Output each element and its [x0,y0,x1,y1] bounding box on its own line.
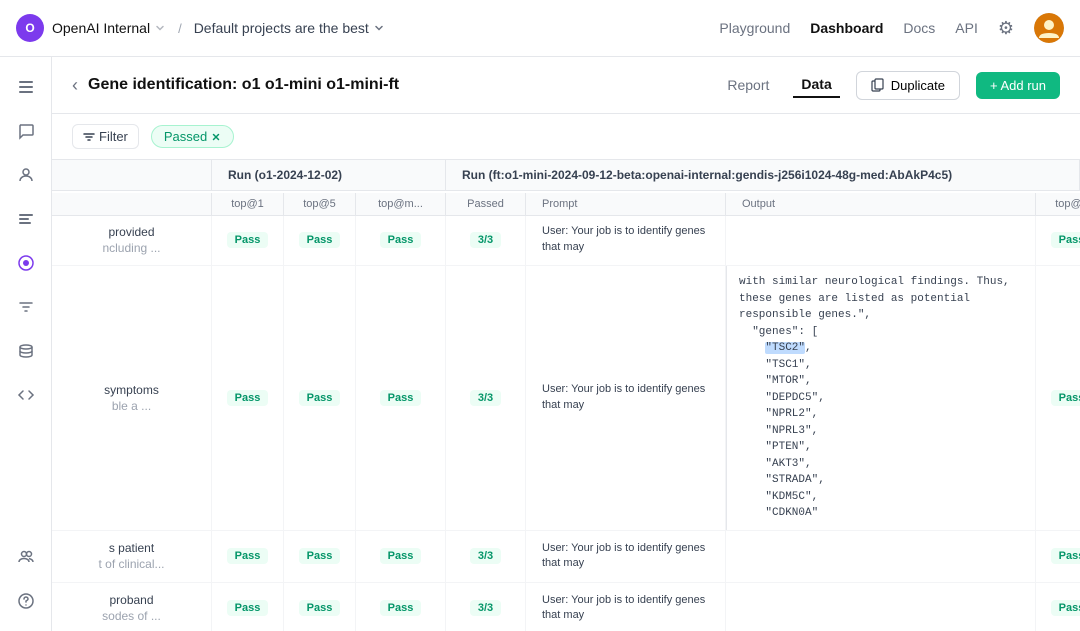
row-topm: Pass [356,214,446,265]
col-topm-header: top@m... [356,193,446,215]
nav-right: Playground Dashboard Docs API ⚙ [719,13,1064,43]
close-icon[interactable] [211,132,221,142]
col-top5-header: top@5 [284,193,356,215]
row-passed: 3/3 [446,583,526,631]
nav-api[interactable]: API [955,20,978,36]
chevron-down-icon-2 [373,22,385,34]
table-row[interactable]: symptoms ble a ... Pass Pass Pass 3/3 Us… [52,266,1080,531]
row-top1: Pass [212,214,284,265]
row-prompt: User: Your job is to identify genes that… [526,583,726,631]
top-nav: O OpenAI Internal / Default projects are… [0,0,1080,57]
row-topm: Pass [356,266,446,530]
row-top5: Pass [284,531,356,582]
sidebar-db-icon[interactable] [8,333,44,369]
row-output [726,214,1036,265]
nav-left: O OpenAI Internal / Default projects are… [16,14,719,42]
table-body: provided ncluding ... Pass Pass Pass 3/3… [52,214,1080,631]
header-right: Report Data Duplicate + Add run [719,71,1060,100]
col-passed-header: Passed [446,193,526,215]
row-label: proband sodes of ... [52,583,212,631]
sidebar-eval-icon[interactable] [8,245,44,281]
filter-bar: Filter Passed [52,114,1080,160]
sidebar-icons [0,57,52,631]
passed-filter-badge[interactable]: Passed [151,125,234,148]
row-output [726,531,1036,582]
nav-dashboard[interactable]: Dashboard [810,20,883,36]
row-prompt: User: Your job is to identify genes that… [526,214,726,265]
runs-header: Run (o1-2024-12-02) Run (ft:o1-mini-2024… [52,160,1080,191]
filter-button[interactable]: Filter [72,124,139,149]
tab-data[interactable]: Data [793,72,839,98]
sidebar-team-icon[interactable] [8,539,44,575]
col-prompt-header: Prompt [526,193,726,215]
chevron-down-icon [154,22,166,34]
sidebar-chat-icon[interactable] [8,113,44,149]
run-col-empty [52,160,212,190]
back-button[interactable]: ‹ [72,75,78,96]
table-row[interactable]: provided ncluding ... Pass Pass Pass 3/3… [52,214,1080,266]
row-r2top1: Pass [1036,266,1080,530]
header-left: ‹ Gene identification: o1 o1-mini o1-min… [72,75,399,96]
filter-icon [83,131,95,143]
row-output [726,583,1036,631]
nav-playground[interactable]: Playground [719,20,790,36]
duplicate-icon [871,78,885,92]
row-passed: 3/3 [446,214,526,265]
row-label: symptoms ble a ... [52,266,212,530]
row-r2top1: Pass [1036,531,1080,582]
user-avatar[interactable] [1034,13,1064,43]
duplicate-button[interactable]: Duplicate [856,71,960,100]
table-area: Run (o1-2024-12-02) Run (ft:o1-mini-2024… [52,160,1080,631]
org-badge: O [16,14,44,42]
org-name[interactable]: OpenAI Internal [52,20,166,36]
row-label: s patient t of clinical... [52,531,212,582]
sidebar-toggle-icon[interactable] [8,69,44,105]
page-title: Gene identification: o1 o1-mini o1-mini-… [88,76,399,94]
add-run-button[interactable]: + Add run [976,72,1060,99]
row-top5: Pass [284,266,356,530]
row-topm: Pass [356,531,446,582]
project-name[interactable]: Default projects are the best [194,20,385,36]
row-top1: Pass [212,531,284,582]
content-header: ‹ Gene identification: o1 o1-mini o1-min… [52,57,1080,114]
row-top1: Pass [212,583,284,631]
row-passed: 3/3 [446,531,526,582]
col-top1-header: top@1 [212,193,284,215]
row-r2top1: Pass [1036,214,1080,265]
row-prompt: User: Your job is to identify genes that… [526,531,726,582]
sidebar-user-icon[interactable] [8,157,44,193]
row-label: provided ncluding ... [52,214,212,265]
col-empty [52,193,212,215]
sidebar-tune-icon[interactable] [8,289,44,325]
row-prompt: User: Your job is to identify genes that… [526,266,726,530]
row-top5: Pass [284,214,356,265]
col-top1b-header: top@1 [1036,193,1080,215]
table-row[interactable]: proband sodes of ... Pass Pass Pass 3/3 … [52,583,1080,631]
row-top1: Pass [212,266,284,530]
settings-icon[interactable]: ⚙ [998,18,1014,39]
row-output-panel: with similar neurological findings. Thus… [726,266,1036,530]
tab-report[interactable]: Report [719,73,777,97]
table-row[interactable]: s patient t of clinical... Pass Pass Pas… [52,531,1080,583]
sidebar-help-icon[interactable] [8,583,44,619]
main-layout: ‹ Gene identification: o1 o1-mini o1-min… [0,57,1080,631]
row-passed: 3/3 [446,266,526,530]
row-top5: Pass [284,583,356,631]
avatar-image [1034,13,1064,43]
breadcrumb-separator: / [178,21,182,36]
run2-header: Run (ft:o1-mini-2024-09-12-beta:openai-i… [446,160,1080,190]
nav-docs[interactable]: Docs [903,20,935,36]
row-r2top1: Pass [1036,583,1080,631]
sidebar-list-icon[interactable] [8,201,44,237]
sidebar-code-icon[interactable] [8,377,44,413]
col-output-header: Output [726,193,1036,215]
run1-header: Run (o1-2024-12-02) [212,160,446,190]
content-area: ‹ Gene identification: o1 o1-mini o1-min… [52,57,1080,631]
row-topm: Pass [356,583,446,631]
